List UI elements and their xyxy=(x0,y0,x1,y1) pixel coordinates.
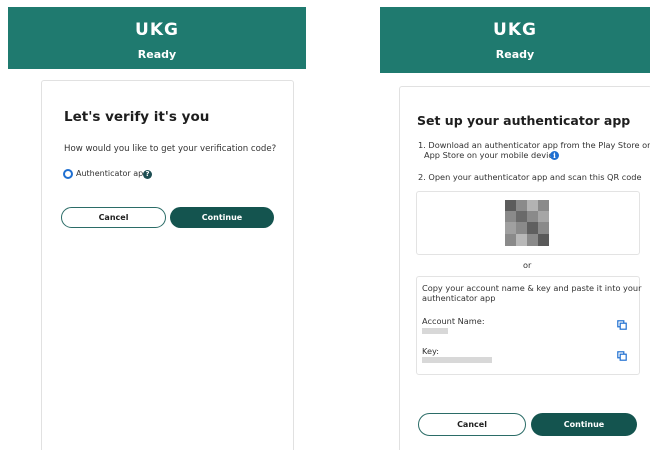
account-name-label: Account Name: xyxy=(422,316,485,326)
page-title: Set up your authenticator app xyxy=(417,113,631,128)
copy-icon[interactable] xyxy=(617,351,627,361)
copy-instructions-line1: Copy your account name & key and paste i… xyxy=(422,283,642,293)
step2-text: 2. Open your authenticator app and scan … xyxy=(418,172,642,182)
authenticator-option-label[interactable]: Authenticator app xyxy=(76,169,148,178)
copy-instructions-line2: authenticator app xyxy=(422,293,496,303)
copy-icon[interactable] xyxy=(617,320,627,330)
app-header: UKG Ready xyxy=(8,7,306,69)
app-header: UKG Ready xyxy=(380,7,650,73)
ukg-logo: UKG xyxy=(493,20,537,40)
continue-button[interactable]: Continue xyxy=(170,207,274,228)
cancel-button[interactable]: Cancel xyxy=(418,413,526,436)
continue-button[interactable]: Continue xyxy=(531,413,637,436)
step1-line1: 1. Download an authenticator app from th… xyxy=(418,140,650,150)
verification-question: How would you like to get your verificat… xyxy=(64,144,277,154)
header-subtitle: Ready xyxy=(137,48,177,61)
authenticator-radio[interactable] xyxy=(63,169,73,179)
info-icon[interactable]: i xyxy=(550,151,559,160)
step1-line2: App Store on your mobile device xyxy=(424,150,558,160)
account-name-value xyxy=(422,328,448,334)
or-divider: or xyxy=(523,260,532,270)
verify-card xyxy=(41,80,294,450)
page-title: Let's verify it's you xyxy=(64,109,210,125)
cancel-button[interactable]: Cancel xyxy=(61,207,166,228)
ukg-logo: UKG xyxy=(135,20,179,40)
question-icon[interactable]: ? xyxy=(143,170,152,179)
qr-code xyxy=(505,200,549,246)
key-label: Key: xyxy=(422,346,440,356)
key-value xyxy=(422,357,492,363)
header-subtitle: Ready xyxy=(495,48,535,61)
